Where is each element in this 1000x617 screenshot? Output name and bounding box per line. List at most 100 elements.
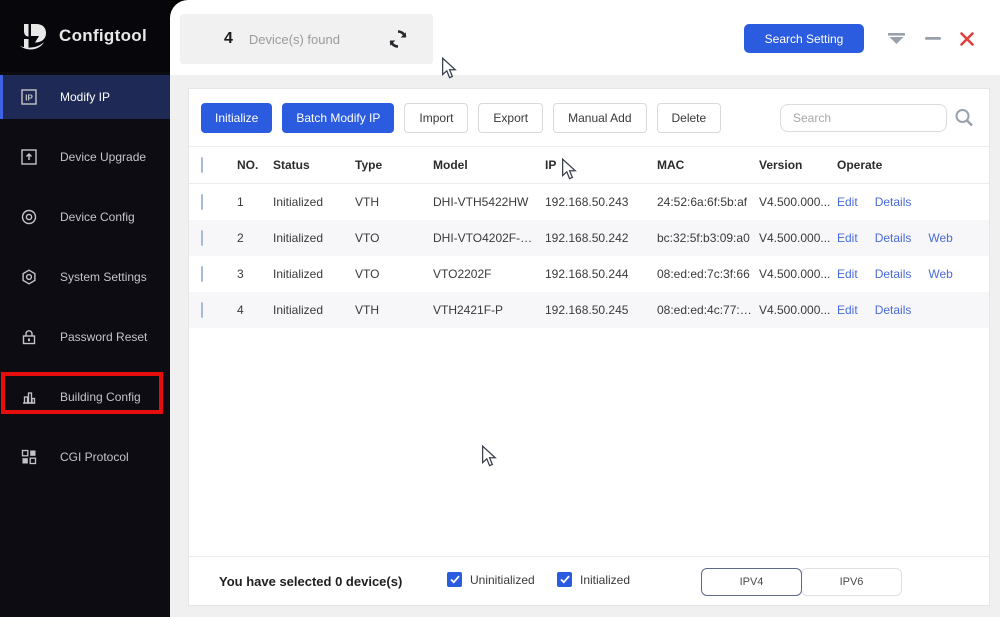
password-reset-icon: [21, 329, 37, 345]
svg-text:IP: IP: [25, 94, 33, 103]
cell-status: Initialized: [273, 195, 324, 209]
close-icon: [960, 32, 974, 46]
selection-summary: You have selected 0 device(s): [219, 574, 403, 589]
import-button[interactable]: Import: [404, 102, 469, 133]
search-input[interactable]: [780, 103, 947, 132]
col-model: Model: [433, 158, 468, 172]
table-row: 2 Initialized VTO DHI-VTO4202F-P-S2 192.168.…: [189, 220, 989, 256]
cell-status: Initialized: [273, 303, 324, 317]
cell-type: VTO: [355, 231, 380, 245]
cell-no: 3: [237, 267, 244, 281]
sidebar-item-building-config[interactable]: Building Config: [0, 375, 170, 419]
uninitialized-checkbox[interactable]: [447, 572, 462, 587]
sidebar-menu: IP Modify IP Device Upgrade Device Config Sy…: [0, 75, 170, 495]
configtool-window: Configtool IP Modify IP Device Upgrade Devi…: [0, 0, 1000, 617]
minimize-icon: [925, 37, 941, 40]
dropdown-button[interactable]: [886, 30, 906, 48]
ip-version-toggle: IPV4 IPV6: [701, 568, 902, 596]
refresh-icon: [389, 30, 407, 48]
delete-button[interactable]: Delete: [656, 102, 722, 133]
cell-version: V4.500.000...: [759, 195, 831, 209]
row-checkbox[interactable]: [201, 302, 203, 318]
cell-model: VTH2421F-P: [433, 303, 504, 317]
cell-mac: 08:ed:ed:4c:77:75: [657, 303, 754, 317]
search-icon: [955, 108, 973, 126]
device-found-label: Device(s) found: [248, 31, 340, 47]
col-status: Status: [273, 158, 310, 172]
sidebar-item-label: System Settings: [60, 270, 147, 284]
col-type: Type: [355, 158, 383, 172]
cell-no: 2: [237, 231, 244, 245]
cell-mac: 24:52:6a:6f:5b:af: [657, 195, 748, 209]
edit-link[interactable]: Edit: [837, 231, 858, 245]
details-link[interactable]: Details: [875, 195, 912, 209]
ipv6-button[interactable]: IPV6: [801, 568, 902, 596]
cell-version: V4.500.000...: [759, 267, 831, 281]
sidebar-item-device-config[interactable]: Device Config: [0, 195, 170, 239]
details-link[interactable]: Details: [875, 231, 912, 245]
sidebar-item-device-upgrade[interactable]: Device Upgrade: [0, 135, 170, 179]
cell-ip: 192.168.50.244: [545, 267, 629, 281]
initialize-button[interactable]: Initialize: [201, 102, 273, 133]
table-row: 3 Initialized VTO VTO2202F 192.168.50.244 08:…: [189, 256, 989, 292]
row-checkbox[interactable]: [201, 230, 203, 246]
sidebar-item-label: Modify IP: [60, 90, 111, 104]
sidebar-item-password-reset[interactable]: Password Reset: [0, 315, 170, 359]
manual-add-button[interactable]: Manual Add: [553, 102, 647, 133]
footer-bar: You have selected 0 device(s) Uninitiali…: [189, 556, 989, 605]
modify-ip-icon: IP: [21, 89, 37, 105]
web-link[interactable]: Web: [928, 231, 952, 245]
sidebar-item-modify-ip[interactable]: IP Modify IP: [0, 75, 170, 119]
edit-link[interactable]: Edit: [837, 267, 858, 281]
batch-modify-ip-button[interactable]: Batch Modify IP: [282, 102, 395, 133]
cell-version: V4.500.000...: [759, 303, 831, 317]
minimize-button[interactable]: [923, 30, 943, 48]
cell-operate: Edit Details: [837, 195, 989, 209]
sidebar-item-label: Password Reset: [60, 330, 148, 344]
initialized-checkbox[interactable]: [557, 572, 572, 587]
sidebar-item-label: CGI Protocol: [60, 450, 129, 464]
sidebar: Configtool IP Modify IP Device Upgrade Devi…: [0, 0, 170, 617]
table-row: 4 Initialized VTH VTH2421F-P 192.168.50.245 0…: [189, 292, 989, 328]
table-search: [780, 103, 975, 132]
device-count: 4: [224, 30, 233, 47]
cell-model: DHI-VTO4202F-P-S2: [433, 231, 545, 245]
edit-link[interactable]: Edit: [837, 195, 858, 209]
col-mac: MAC: [657, 158, 685, 172]
cell-model: VTO2202F: [433, 267, 492, 281]
details-link[interactable]: Details: [875, 303, 912, 317]
col-version: Version: [759, 158, 803, 172]
table-header: NO. Status Type Model IP MAC Version Ope…: [189, 147, 989, 184]
filter-uninitialized: Uninitialized: [447, 572, 535, 587]
details-link[interactable]: Details: [875, 267, 912, 281]
sidebar-item-cgi-protocol[interactable]: CGI Protocol: [0, 435, 170, 479]
web-link[interactable]: Web: [928, 267, 952, 281]
search-button[interactable]: [953, 107, 975, 129]
cell-version: V4.500.000...: [759, 231, 831, 245]
col-ip: IP: [545, 158, 557, 172]
row-checkbox[interactable]: [201, 194, 203, 210]
cell-type: VTO: [355, 267, 380, 281]
select-all-checkbox[interactable]: [201, 157, 203, 173]
cgi-protocol-icon: [21, 449, 37, 465]
sidebar-item-label: Device Upgrade: [60, 150, 147, 164]
cell-ip: 192.168.50.242: [545, 231, 629, 245]
close-button[interactable]: [957, 30, 977, 48]
search-setting-button[interactable]: Search Setting: [744, 24, 864, 53]
cell-no: 1: [237, 195, 244, 209]
device-config-icon: [21, 209, 37, 225]
ipv4-button[interactable]: IPV4: [701, 568, 802, 596]
cell-mac: 08:ed:ed:7c:3f:66: [657, 267, 750, 281]
refresh-button[interactable]: [385, 26, 411, 52]
cell-no: 4: [237, 303, 244, 317]
cell-ip: 192.168.50.245: [545, 303, 629, 317]
content-area: 4 Device(s) found Search Setting Initial…: [170, 0, 1000, 617]
device-list-card: Initialize Batch Modify IP Import Export Man…: [188, 88, 990, 606]
row-checkbox[interactable]: [201, 266, 203, 282]
cell-status: Initialized: [273, 267, 324, 281]
edit-link[interactable]: Edit: [837, 303, 858, 317]
sidebar-item-system-settings[interactable]: System Settings: [0, 255, 170, 299]
export-button[interactable]: Export: [478, 102, 544, 133]
sidebar-item-label: Device Config: [60, 210, 135, 224]
cell-operate: Edit Details: [837, 303, 989, 317]
